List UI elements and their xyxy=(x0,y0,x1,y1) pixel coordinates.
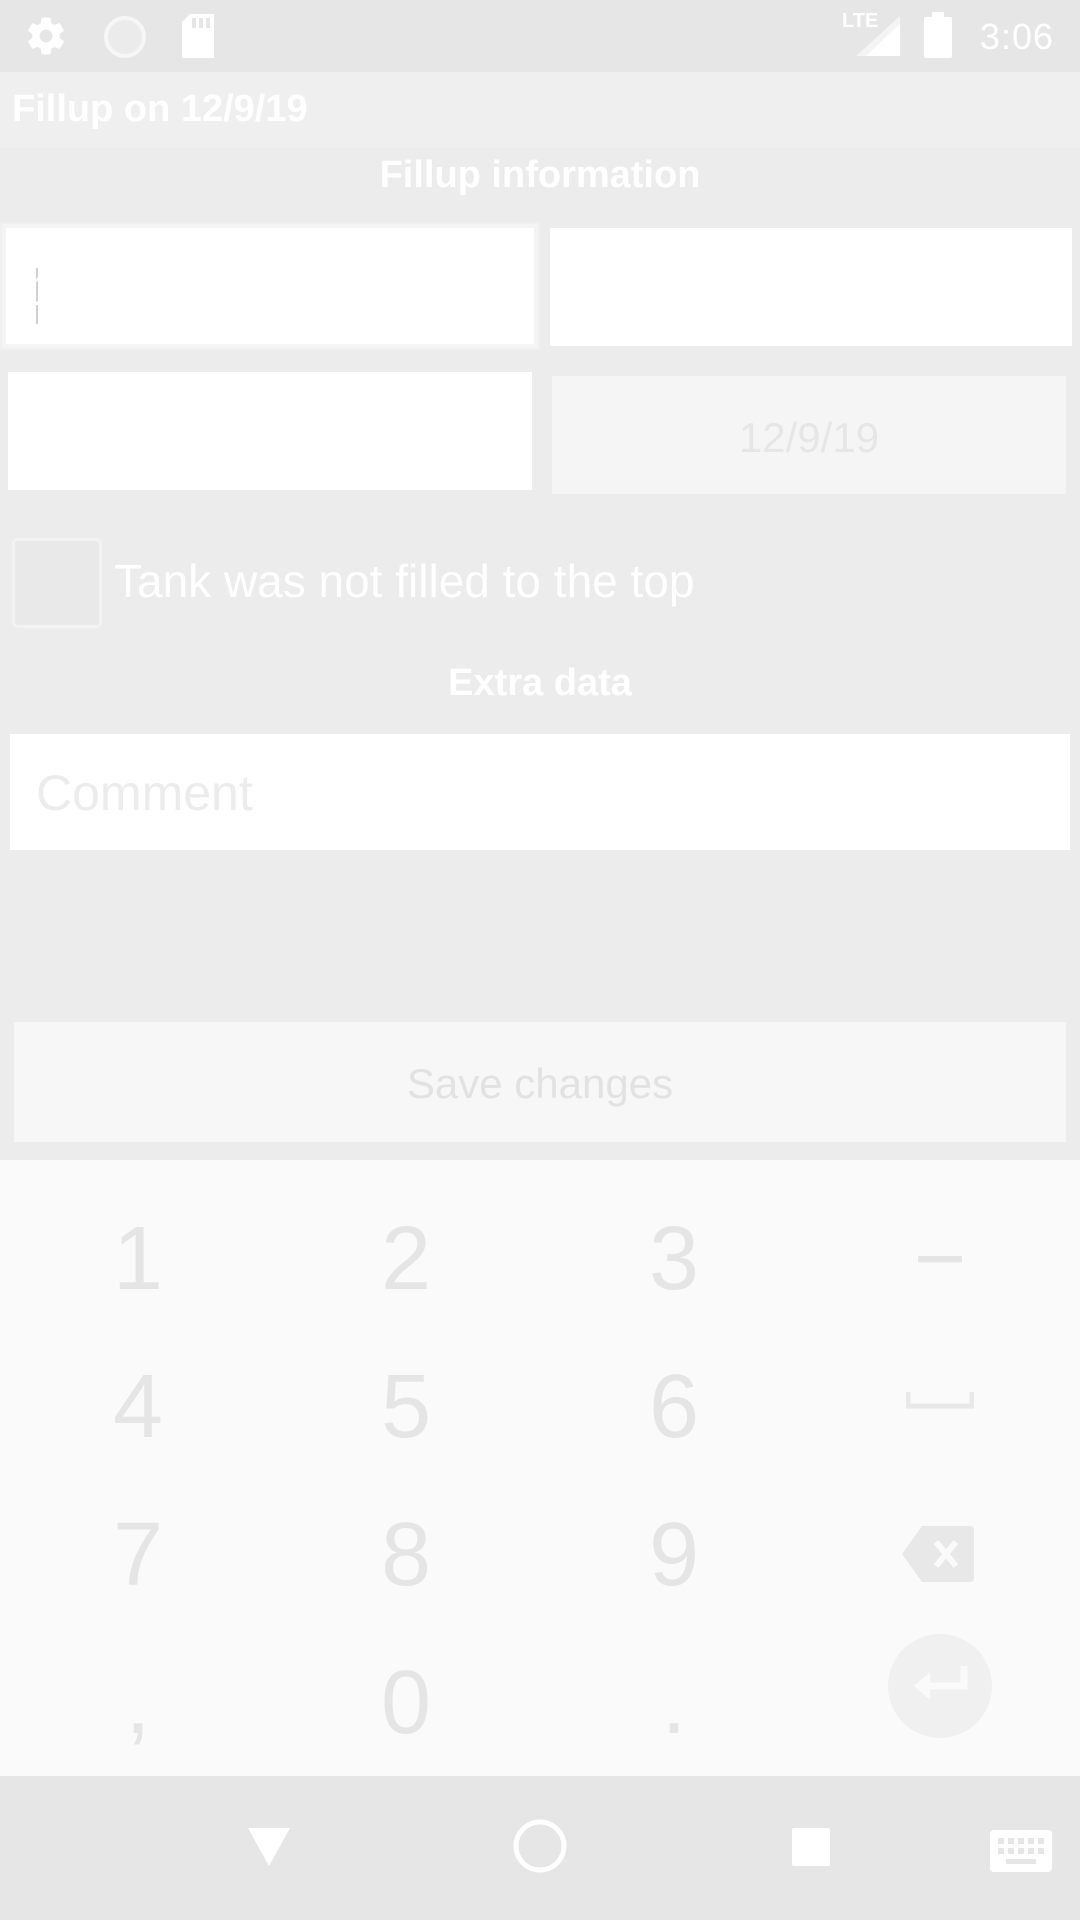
toolbar: Fillup on 12/9/19 xyxy=(0,72,1080,148)
minus-icon: − xyxy=(913,1209,967,1309)
date-button[interactable]: 12/9/19 xyxy=(550,374,1068,496)
key-5-label: 5 xyxy=(380,1357,432,1457)
key-comma[interactable]: , xyxy=(4,1628,272,1778)
key-8[interactable]: 8 xyxy=(272,1480,540,1630)
key-0-label: 0 xyxy=(380,1653,432,1753)
key-8-label: 8 xyxy=(380,1505,432,1605)
circle-icon xyxy=(102,14,148,65)
date-label: 12/9/19 xyxy=(738,414,880,461)
save-button-label: Save changes xyxy=(406,1060,674,1107)
recents-icon[interactable] xyxy=(792,1828,830,1920)
fillup-form: Fillup information 158000.0 15.0 486.0 1… xyxy=(0,148,1080,1160)
comment-field[interactable] xyxy=(8,732,1072,852)
odometer-value: 158000.0 xyxy=(32,263,224,315)
key-period-label: . xyxy=(661,1653,687,1753)
key-9-label: 9 xyxy=(648,1505,700,1605)
battery-icon xyxy=(924,12,952,63)
key-9[interactable]: 9 xyxy=(540,1480,808,1630)
volume-field[interactable]: 15.0 xyxy=(548,226,1074,348)
odometer-field[interactable]: 158000.0 xyxy=(2,224,538,348)
key-3-label: 3 xyxy=(648,1209,700,1309)
back-icon[interactable] xyxy=(248,1828,290,1920)
status-time: 3:06 xyxy=(979,16,1054,57)
key-2[interactable]: 2 xyxy=(272,1184,540,1334)
key-1-label: 1 xyxy=(112,1209,164,1309)
screen: LTE 3:06 Fillup on 12/9/19 Fillup inform… xyxy=(0,0,1080,1920)
key-3[interactable]: 3 xyxy=(540,1184,808,1334)
key-5[interactable]: 5 xyxy=(272,1332,540,1482)
key-1[interactable]: 1 xyxy=(4,1184,272,1334)
backspace-icon xyxy=(902,1526,974,1587)
key-period[interactable]: . xyxy=(540,1628,808,1778)
key-enter[interactable] xyxy=(888,1634,992,1738)
key-4[interactable]: 4 xyxy=(4,1332,272,1482)
enter-icon xyxy=(912,1664,968,1713)
key-2-label: 2 xyxy=(380,1209,432,1309)
partial-fill-checkbox[interactable] xyxy=(12,538,102,628)
volume-value: 15.0 xyxy=(576,263,666,315)
keyboard-switch-icon[interactable] xyxy=(990,1830,1052,1920)
sd-card-icon xyxy=(180,14,216,63)
comment-input[interactable] xyxy=(34,762,1038,824)
fillup-info-header: Fillup information xyxy=(379,154,701,196)
gear-icon xyxy=(24,14,68,63)
key-minus[interactable]: − xyxy=(806,1184,1074,1334)
price-field[interactable]: 486.0 xyxy=(6,370,534,492)
status-bar: LTE 3:06 xyxy=(0,0,1080,72)
key-comma-label: , xyxy=(125,1653,151,1753)
key-space[interactable] xyxy=(806,1332,1074,1482)
key-0[interactable]: 0 xyxy=(272,1628,540,1778)
key-4-label: 4 xyxy=(112,1357,164,1457)
partial-fill-label: Tank was not filled to the top xyxy=(114,555,695,607)
key-6[interactable]: 6 xyxy=(540,1332,808,1482)
key-7[interactable]: 7 xyxy=(4,1480,272,1630)
page-title: Fillup on 12/9/19 xyxy=(12,88,308,130)
price-value: 486.0 xyxy=(34,407,150,459)
home-icon[interactable] xyxy=(512,1818,568,1920)
key-backspace[interactable] xyxy=(806,1480,1074,1630)
navigation-bar xyxy=(0,1776,1080,1920)
save-button[interactable]: Save changes xyxy=(12,1020,1068,1144)
space-icon xyxy=(905,1390,975,1415)
signal-icon xyxy=(856,16,900,61)
extra-data-header: Extra data xyxy=(448,662,632,704)
key-6-label: 6 xyxy=(648,1357,700,1457)
key-7-label: 7 xyxy=(112,1505,164,1605)
